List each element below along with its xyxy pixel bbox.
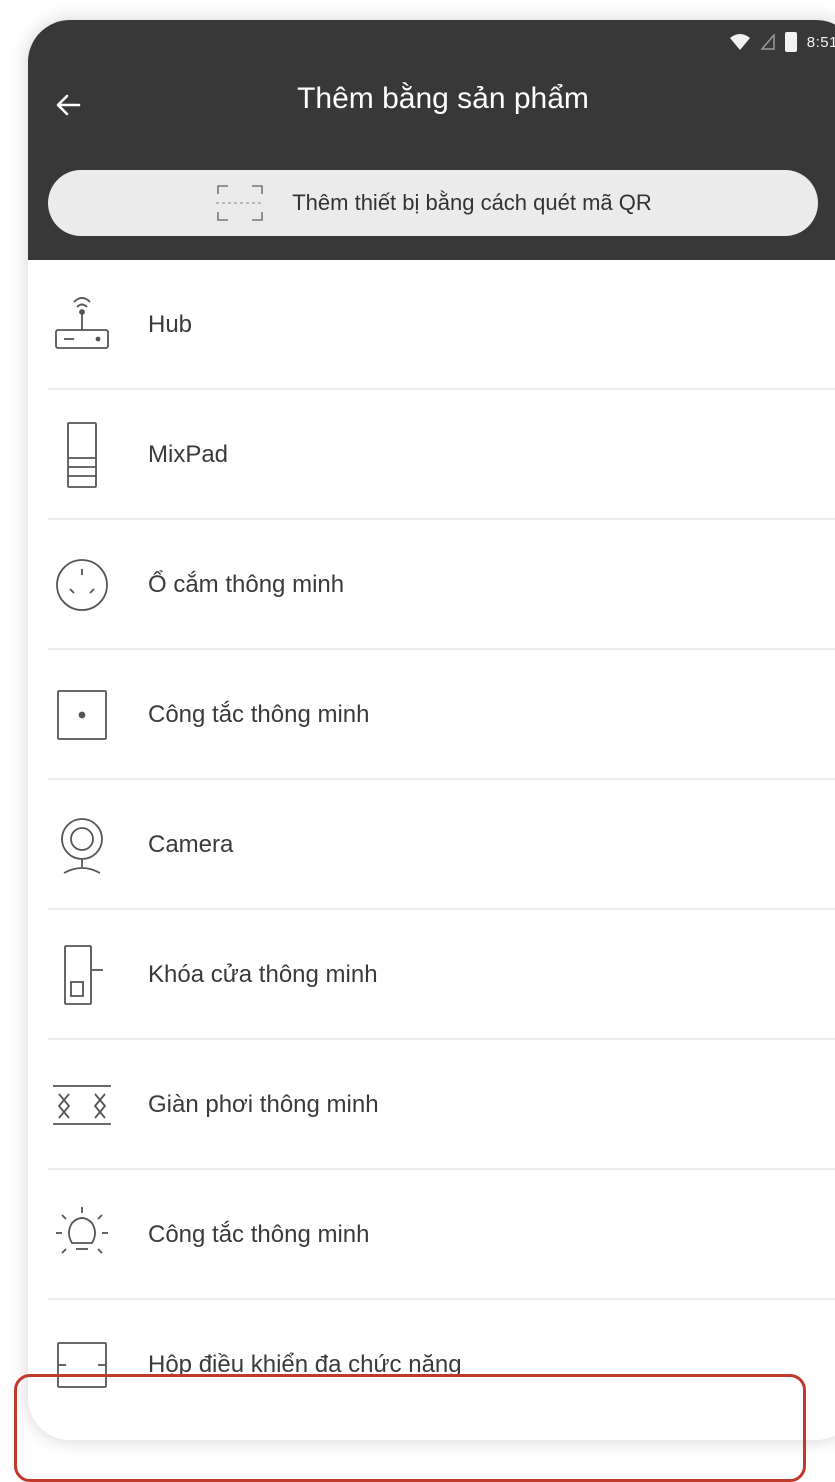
scan-qr-label: Thêm thiết bị bằng cách quét mã QR: [292, 190, 652, 215]
light-switch-icon: [46, 1199, 118, 1271]
list-item-smart-socket[interactable]: Ổ cắm thông minh: [28, 520, 835, 650]
chevron-right-icon: [828, 570, 835, 600]
list-item-label: MixPad: [148, 441, 229, 468]
chevron-right-icon: [828, 310, 835, 340]
qr-scan-icon: [216, 185, 265, 221]
list-item-door-lock[interactable]: Khóa cửa thông minh: [28, 910, 835, 1040]
scan-qr-button[interactable]: Thêm thiết bị bằng cách quét mã QR: [48, 170, 818, 236]
status-time: 8:51: [806, 33, 835, 51]
battery-icon: [784, 32, 797, 52]
list-item-label: Giàn phơi thông minh: [148, 1091, 379, 1118]
status-bar: 8:51: [729, 28, 835, 56]
signal-icon: [760, 34, 775, 50]
list-item-label: Khóa cửa thông minh: [148, 961, 378, 988]
list-item-camera[interactable]: Camera: [28, 780, 835, 910]
chevron-right-icon: [828, 1220, 835, 1250]
list-item-label: Công tắc thông minh: [148, 1221, 370, 1248]
door-lock-icon: [46, 939, 118, 1011]
phone-screen: 8:51 Thêm bằng sản phẩm Thêm thiết bị bằ…: [28, 20, 835, 1440]
list-item-mixpad[interactable]: MixPad: [28, 390, 835, 520]
chevron-right-icon: [828, 830, 835, 860]
page-title: Thêm bằng sản phẩm: [297, 82, 589, 115]
list-item-hub[interactable]: Hub: [28, 260, 835, 390]
chevron-right-icon: [828, 1090, 835, 1120]
hub-icon: [46, 289, 118, 361]
chevron-right-icon: [828, 440, 835, 470]
product-category-list: Hub MixPad Ổ cắm thông minh Công tắc thô…: [28, 260, 835, 1430]
list-item-label: Camera: [148, 831, 234, 858]
list-item-clothes-rack[interactable]: Giàn phơi thông minh: [28, 1040, 835, 1170]
highlight-box: [14, 1374, 806, 1482]
list-item-label: Hub: [148, 311, 193, 338]
camera-icon: [46, 809, 118, 881]
chevron-right-icon: [828, 700, 835, 730]
smart-switch-icon: [46, 679, 118, 751]
clothes-rack-icon: [46, 1069, 118, 1141]
smart-socket-icon: [46, 549, 118, 621]
list-item-smart-switch[interactable]: Công tắc thông minh: [28, 650, 835, 780]
chevron-right-icon: [828, 960, 835, 990]
list-item-label: Công tắc thông minh: [148, 701, 370, 728]
wifi-icon: [729, 34, 750, 50]
list-item-light-switch[interactable]: Công tắc thông minh: [28, 1170, 835, 1300]
chevron-right-icon: [828, 1350, 835, 1380]
mixpad-icon: [46, 419, 118, 491]
header: 8:51 Thêm bằng sản phẩm Thêm thiết bị bằ…: [28, 20, 835, 260]
list-item-label: Ổ cắm thông minh: [148, 571, 345, 598]
